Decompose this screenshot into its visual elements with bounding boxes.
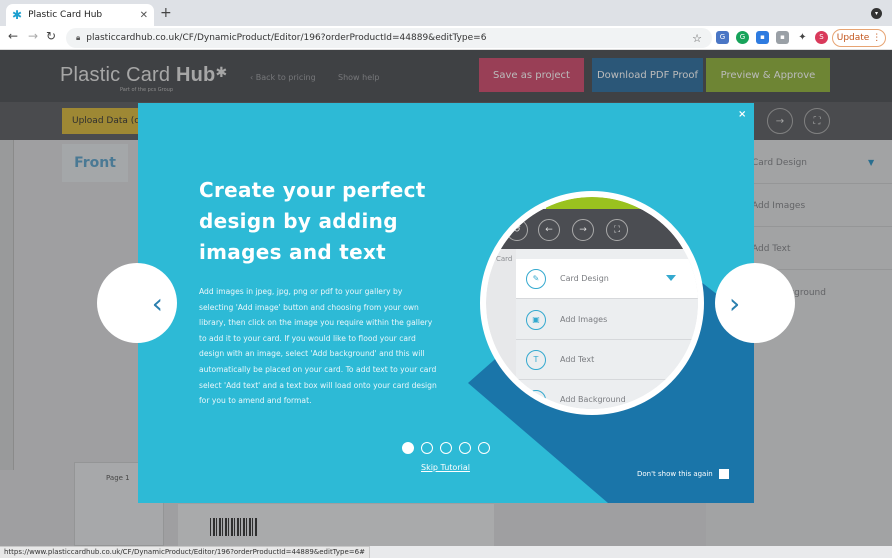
image-icon: ▣ bbox=[526, 309, 546, 330]
dont-show-checkbox[interactable] bbox=[718, 469, 729, 479]
chevron-left-icon: ‹ bbox=[151, 286, 163, 320]
preview-item-label: Add Text bbox=[560, 355, 595, 364]
back-arrow-icon[interactable]: ← bbox=[8, 29, 18, 43]
lock-icon: 🔒︎ bbox=[76, 33, 81, 42]
browser-tab[interactable]: ✱ Plastic Card Hub ✕ bbox=[6, 4, 154, 26]
preview-card-label: Card bbox=[496, 255, 513, 263]
modal-title: Create your perfect design by adding ima… bbox=[199, 178, 426, 264]
forward-arrow-icon[interactable]: → bbox=[28, 29, 38, 43]
magnified-preview-content: ↺ ← → ⛶ Card ✎ Card Design ▣ Add Images … bbox=[486, 197, 698, 409]
background-icon: ◐ bbox=[526, 389, 546, 409]
bookmark-star-icon[interactable]: ☆ bbox=[692, 32, 702, 45]
tab-title: Plastic Card Hub bbox=[28, 10, 103, 20]
pagination-dot-3[interactable] bbox=[440, 442, 452, 454]
modal-close-icon[interactable]: × bbox=[738, 109, 746, 120]
skip-tutorial-link[interactable]: Skip Tutorial bbox=[421, 463, 470, 472]
preview-fullscreen-icon: ⛶ bbox=[606, 219, 628, 241]
preview-back-icon: ← bbox=[538, 219, 560, 241]
previous-slide-button[interactable]: ‹ bbox=[97, 263, 177, 343]
update-label: Update bbox=[836, 33, 870, 43]
preview-forward-icon: → bbox=[572, 219, 594, 241]
grammarly-icon[interactable]: G bbox=[736, 31, 749, 44]
pagination-dot-4[interactable] bbox=[459, 442, 471, 454]
preview-caret-icon bbox=[666, 275, 676, 281]
tutorial-modal: × Create your perfect design by adding i… bbox=[138, 103, 754, 503]
address-url: plasticcardhub.co.uk/CF/DynamicProduct/E… bbox=[86, 33, 487, 43]
status-bar-url: https://www.plasticcardhub.co.uk/CF/Dyna… bbox=[0, 546, 370, 558]
site-favicon-icon: ✱ bbox=[12, 8, 23, 22]
dont-show-label: Don't show this again bbox=[637, 470, 713, 478]
chevron-right-icon: › bbox=[729, 286, 741, 320]
preview-undo-icon: ↺ bbox=[506, 219, 528, 241]
update-button[interactable]: Update ⋮ bbox=[832, 29, 886, 47]
preview-add-text: T Add Text bbox=[516, 340, 698, 380]
preview-item-label: Add Images bbox=[560, 315, 608, 324]
profile-avatar[interactable]: S bbox=[815, 31, 828, 44]
extension-icon-2[interactable]: ▪ bbox=[776, 31, 789, 44]
reload-icon[interactable]: ↻ bbox=[46, 29, 56, 43]
pagination-dots bbox=[402, 442, 490, 454]
new-tab-icon[interactable]: + bbox=[160, 5, 172, 21]
browser-tabstrip: ✱ Plastic Card Hub ✕ + ▾ bbox=[0, 0, 892, 26]
modal-body-text: Add images in jpeg, jpg, png or pdf to y… bbox=[199, 287, 437, 406]
preview-item-label: Add Background bbox=[560, 395, 626, 404]
pagination-dot-1[interactable] bbox=[402, 442, 414, 454]
preview-add-background: ◐ Add Background bbox=[516, 380, 698, 409]
extension-icon[interactable]: G bbox=[716, 31, 729, 44]
preview-green-bar bbox=[546, 197, 698, 209]
browser-toolbar: ← → ↻ 🔒︎ plasticcardhub.co.uk/CF/Dynamic… bbox=[0, 26, 892, 50]
tab-close-icon[interactable]: ✕ bbox=[140, 10, 148, 21]
magnified-preview: ↺ ← → ⛶ Card ✎ Card Design ▣ Add Images … bbox=[480, 191, 704, 415]
pencil-icon: ✎ bbox=[526, 268, 546, 289]
camera-extension-icon[interactable]: ▪ bbox=[756, 31, 769, 44]
text-icon: T bbox=[526, 349, 546, 370]
pagination-dot-2[interactable] bbox=[421, 442, 433, 454]
next-slide-button[interactable]: › bbox=[715, 263, 795, 343]
pagination-dot-5[interactable] bbox=[478, 442, 490, 454]
dont-show-again[interactable]: Don't show this again bbox=[637, 469, 729, 479]
browser-menu-icon[interactable]: ▾ bbox=[871, 8, 882, 19]
preview-add-images: ▣ Add Images bbox=[516, 300, 698, 340]
preview-item-label: Card Design bbox=[560, 274, 609, 283]
address-bar[interactable]: 🔒︎ plasticcardhub.co.uk/CF/DynamicProduc… bbox=[66, 28, 712, 48]
puzzle-extensions-icon[interactable]: ✦ bbox=[796, 31, 809, 44]
